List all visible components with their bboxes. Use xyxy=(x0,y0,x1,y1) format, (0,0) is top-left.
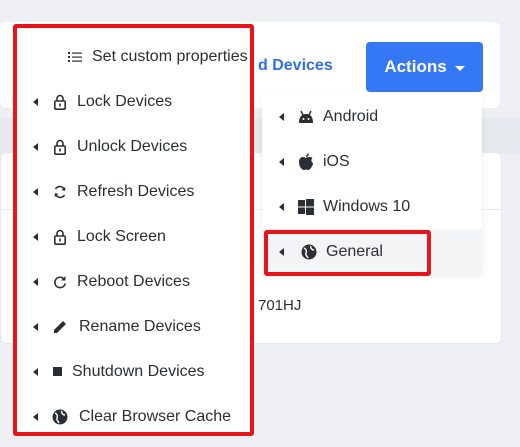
menu-item-label: Clear Browser Cache xyxy=(79,407,232,425)
submenu-item-label: Android xyxy=(323,107,379,125)
menu-item-set-custom-properties[interactable]: Set custom properties xyxy=(17,34,250,79)
menu-item-label: Set custom properties xyxy=(92,47,248,65)
caret-left-icon xyxy=(279,157,284,166)
platform-submenu: Android iOS Windows 10 General xyxy=(262,94,482,274)
menu-item-lock-screen[interactable]: Lock Screen xyxy=(17,214,250,259)
device-serial-text: 701HJ xyxy=(258,297,302,314)
refresh-icon xyxy=(52,183,68,201)
menu-item-label: Reboot Devices xyxy=(77,272,190,290)
caret-left-icon xyxy=(33,142,38,151)
caret-left-icon xyxy=(279,247,284,256)
menu-item-refresh-devices[interactable]: Refresh Devices xyxy=(17,169,250,214)
menu-item-unlock-devices[interactable]: Unlock Devices xyxy=(17,124,250,169)
list-icon xyxy=(67,48,83,66)
caret-left-icon xyxy=(33,277,38,286)
apple-icon xyxy=(297,153,315,171)
menu-item-label: Refresh Devices xyxy=(77,182,195,200)
menu-item-shutdown-devices[interactable]: Shutdown Devices xyxy=(17,349,250,394)
actions-menu: Set custom properties Lock Devices Unloc… xyxy=(13,24,254,436)
menu-item-label: Lock Screen xyxy=(77,227,166,245)
unlock-icon xyxy=(52,138,68,156)
menu-item-label: Unlock Devices xyxy=(77,137,188,155)
add-devices-link[interactable]: d Devices xyxy=(258,57,333,75)
submenu-item-android[interactable]: Android xyxy=(262,94,482,139)
menu-item-label: Lock Devices xyxy=(77,92,173,110)
caret-left-icon xyxy=(279,112,284,121)
reboot-icon xyxy=(52,273,68,291)
submenu-item-general[interactable]: General xyxy=(262,229,482,274)
submenu-item-label: iOS xyxy=(323,152,350,170)
chevron-down-icon xyxy=(454,65,465,71)
menu-item-label: Rename Devices xyxy=(79,317,201,335)
caret-left-icon xyxy=(33,412,38,421)
globe-icon xyxy=(300,243,318,261)
submenu-item-windows[interactable]: Windows 10 xyxy=(262,184,482,229)
menu-item-clear-browser-cache[interactable]: Clear Browser Cache xyxy=(17,394,250,439)
submenu-item-ios[interactable]: iOS xyxy=(262,139,482,184)
windows-icon xyxy=(297,198,315,216)
menu-item-rename-devices[interactable]: Rename Devices xyxy=(17,304,250,349)
caret-left-icon xyxy=(33,232,38,241)
menu-item-lock-devices[interactable]: Lock Devices xyxy=(17,79,250,124)
caret-left-icon xyxy=(33,187,38,196)
menu-item-reboot-devices[interactable]: Reboot Devices xyxy=(17,259,250,304)
actions-button[interactable]: Actions xyxy=(366,42,483,92)
caret-left-icon xyxy=(33,367,38,376)
pencil-icon xyxy=(52,318,68,336)
menu-item-label: Shutdown Devices xyxy=(72,362,205,380)
lock-icon xyxy=(52,228,68,246)
lock-icon xyxy=(52,93,68,111)
android-icon xyxy=(297,108,315,126)
stop-icon xyxy=(52,363,62,381)
submenu-item-label: General xyxy=(326,242,383,260)
globe-icon xyxy=(52,408,68,426)
actions-button-label: Actions xyxy=(384,57,447,76)
caret-left-icon xyxy=(279,202,284,211)
submenu-item-label: Windows 10 xyxy=(323,197,411,215)
caret-left-icon xyxy=(33,97,38,106)
caret-left-icon xyxy=(33,322,38,331)
